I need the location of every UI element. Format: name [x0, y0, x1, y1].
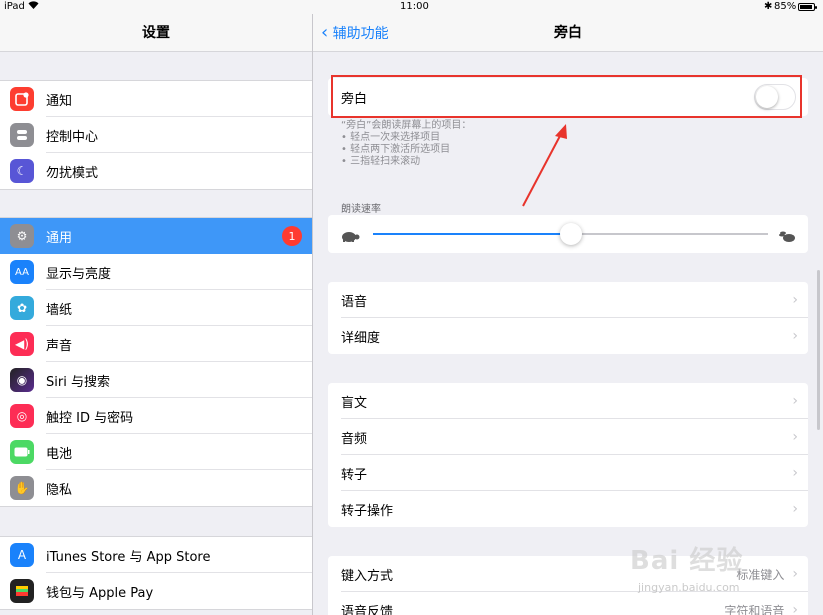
control-center-icon [10, 123, 34, 147]
sidebar-group-1: 通知 控制中心 ☾ 勿扰模式 [0, 80, 312, 190]
battery-percent: 85% [774, 1, 797, 12]
settings-group-b: 盲文 › 音频 › 转子 › 转子操作 › [328, 383, 808, 527]
rotor-actions-row[interactable]: 转子操作 › [328, 491, 808, 527]
annotation-highlight-box [331, 75, 802, 118]
status-bar: iPad 11:00 ✱ 85% [0, 0, 823, 14]
braille-row[interactable]: 盲文 › [328, 383, 808, 419]
voice-row[interactable]: 语音 › [328, 282, 808, 318]
chevron-right-icon: › [792, 501, 798, 517]
row-value: 标准键入 [736, 567, 785, 582]
hint-line: • 轻点两下激活所选项目 [341, 144, 451, 155]
sidebar-item-label: 电池 [46, 446, 73, 462]
hint-line: • 轻点一次来选择项目 [341, 132, 441, 143]
sidebar-item-control-center[interactable]: 控制中心 [0, 117, 312, 153]
chevron-right-icon: › [792, 328, 798, 344]
row-label: 盲文 [341, 395, 368, 411]
sidebar-item-label: 通用 [46, 230, 73, 246]
sidebar-item-sounds[interactable]: ◀) 声音 [0, 326, 312, 362]
sidebar-group-3: A iTunes Store 与 App Store 钱包与 Apple Pay [0, 536, 312, 610]
sidebar-item-label: 声音 [46, 338, 73, 354]
turtle-icon [340, 227, 360, 246]
sidebar-item-label: 钱包与 Apple Pay [46, 585, 154, 601]
sidebar-item-label: iTunes Store 与 App Store [46, 549, 211, 565]
row-label: 转子操作 [341, 503, 394, 519]
row-label: 音频 [341, 431, 368, 447]
chevron-right-icon: › [792, 566, 798, 582]
sidebar-item-wallet[interactable]: 钱包与 Apple Pay [0, 573, 312, 609]
sidebar-item-label: 勿扰模式 [46, 165, 99, 181]
sidebar-item-label: Siri 与搜索 [46, 374, 110, 390]
typing-feedback-row[interactable]: 语音反馈 字符和语音 › [328, 592, 808, 615]
notification-badge: 1 [282, 226, 302, 246]
row-label: 语音 [341, 294, 368, 310]
wifi-icon [28, 0, 39, 13]
notification-icon [10, 87, 34, 111]
chevron-right-icon: › [792, 429, 798, 445]
hint-line: “旁白”会朗读屏幕上的项目： [341, 120, 472, 131]
sidebar-item-general[interactable]: ⚙ 通用 1 [0, 218, 312, 254]
row-label: 转子 [341, 467, 368, 483]
sidebar-item-label: 触控 ID 与密码 [46, 410, 134, 426]
chevron-right-icon: › [792, 602, 798, 615]
row-value: 字符和语音 [724, 603, 785, 615]
sidebar-group-2: ⚙ 通用 1 AA 显示与亮度 ✿ 墙纸 ◀) 声音 ◉ Siri 与搜索 ◎ … [0, 217, 312, 507]
row-label: 详细度 [341, 330, 381, 346]
sound-icon: ◀) [10, 332, 34, 356]
clock: 11:00 [400, 1, 429, 12]
sidebar-item-display[interactable]: AA 显示与亮度 [0, 254, 312, 290]
sidebar-item-label: 控制中心 [46, 129, 99, 145]
rabbit-icon [778, 227, 798, 246]
moon-icon: ☾ [10, 159, 34, 183]
wallpaper-icon: ✿ [10, 296, 34, 320]
sidebar-item-app-store[interactable]: A iTunes Store 与 App Store [0, 537, 312, 573]
row-label: 语音反馈 [341, 604, 394, 615]
battery-icon [798, 3, 817, 11]
battery-icon [10, 440, 34, 464]
sidebar-item-do-not-disturb[interactable]: ☾ 勿扰模式 [0, 153, 312, 189]
gear-icon: ⚙ [10, 224, 34, 248]
chevron-right-icon: › [792, 393, 798, 409]
chevron-right-icon: › [792, 465, 798, 481]
sidebar-item-battery[interactable]: 电池 [0, 434, 312, 470]
voiceover-hint: “旁白”会朗读屏幕上的项目： • 轻点一次来选择项目 • 轻点两下激活所选项目 … [341, 120, 471, 168]
slider-thumb[interactable] [559, 223, 582, 245]
audio-row[interactable]: 音频 › [328, 419, 808, 455]
siri-icon: ◉ [10, 368, 34, 392]
hand-icon: ✋ [10, 476, 34, 500]
watermark-logo: Bai 经验 [630, 546, 744, 576]
sidebar-item-privacy[interactable]: ✋ 隐私 [0, 470, 312, 506]
sidebar-item-label: 隐私 [46, 482, 73, 498]
app-store-icon: A [10, 543, 34, 567]
chevron-right-icon: › [792, 292, 798, 308]
slider-fill [373, 233, 571, 235]
sidebar-title: 设置 [0, 14, 312, 52]
sidebar-item-wallpaper[interactable]: ✿ 墙纸 [0, 290, 312, 326]
settings-group-a: 语音 › 详细度 › [328, 282, 808, 354]
watermark-url: jingyan.baidu.com [638, 581, 740, 594]
sidebar-item-notifications[interactable]: 通知 [0, 81, 312, 117]
rotor-row[interactable]: 转子 › [328, 455, 808, 491]
verbosity-row[interactable]: 详细度 › [328, 318, 808, 354]
sidebar-item-label: 墙纸 [46, 302, 73, 318]
speaking-rate-card [328, 215, 808, 253]
scrollbar[interactable] [817, 270, 820, 430]
speaking-rate-label: 朗读速率 [341, 204, 381, 215]
sidebar-item-siri[interactable]: ◉ Siri 与搜索 [0, 362, 312, 398]
fingerprint-icon: ◎ [10, 404, 34, 428]
bluetooth-icon: ✱ [764, 1, 773, 12]
sidebar-item-touch-id[interactable]: ◎ 触控 ID 与密码 [0, 398, 312, 434]
hint-line: • 三指轻扫来滚动 [341, 156, 421, 167]
detail-nav-bar: ‹ 辅助功能 旁白 [313, 14, 823, 52]
page-title: 旁白 [554, 25, 582, 41]
sidebar-item-label: 通知 [46, 93, 73, 109]
wallet-icon [10, 579, 34, 603]
sidebar-item-label: 显示与亮度 [46, 266, 112, 282]
carrier-label: iPad [4, 1, 25, 12]
display-icon: AA [10, 260, 34, 284]
